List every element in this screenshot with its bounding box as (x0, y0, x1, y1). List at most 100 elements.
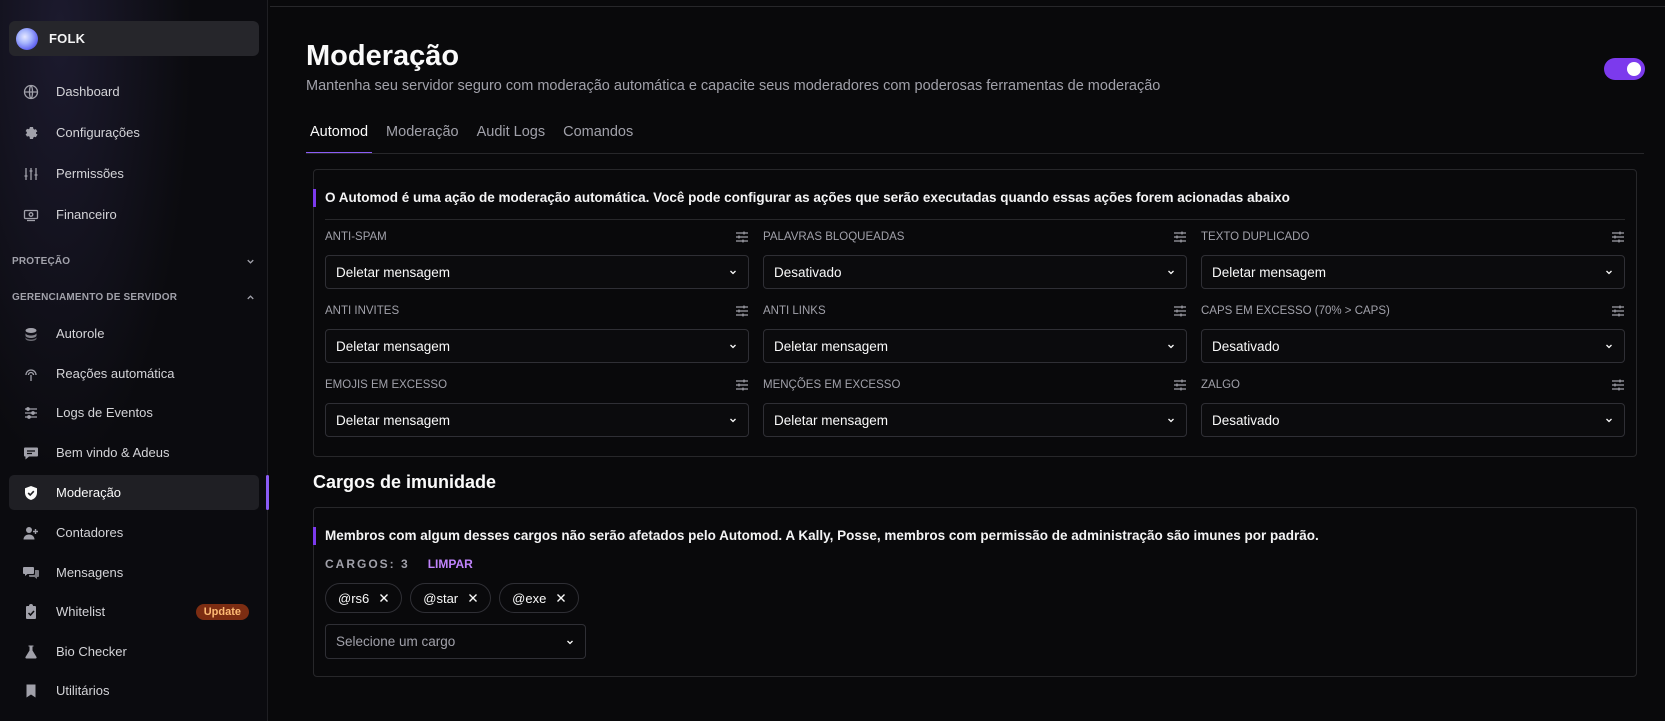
settings-sliders-icon[interactable] (735, 304, 749, 318)
sidebar-item-label: Mensagens (56, 565, 124, 580)
settings-sliders-icon[interactable] (1173, 378, 1187, 392)
sidebar-item-configuracoes[interactable]: Configurações (9, 115, 259, 150)
gear-icon (22, 124, 39, 141)
close-icon[interactable] (468, 593, 478, 603)
roles-count: CARGOS: 3 (325, 557, 410, 571)
roles-icon (22, 325, 39, 342)
sidebar-item-label: Bio Checker (56, 644, 127, 659)
chat-icon (22, 444, 39, 461)
module-toggle[interactable] (1604, 58, 1645, 80)
select-value: Deletar mensagem (336, 338, 451, 354)
role-select[interactable]: Selecione um cargo (325, 624, 586, 659)
sidebar-item-label: Autorole (56, 326, 105, 341)
role-chips: @rs6 @star @exe (325, 583, 587, 613)
log-icon (22, 404, 39, 421)
settings-sliders-icon[interactable] (735, 378, 749, 392)
chevron-down-icon (1168, 344, 1174, 349)
settings-sliders-icon[interactable] (1173, 230, 1187, 244)
page-subtitle: Mantenha seu servidor seguro com moderaç… (306, 78, 1161, 94)
field-label-anti-spam: ANTI-SPAM (325, 230, 749, 244)
sidebar: FOLK Dashboard Configurações Permissões … (0, 0, 268, 721)
server-name: FOLK (49, 31, 86, 46)
select-texto-duplicado[interactable]: Deletar mensagem (1201, 255, 1625, 289)
sidebar-item-dashboard[interactable]: Dashboard (9, 74, 259, 109)
select-palavras-bloqueadas[interactable]: Desativado (763, 255, 1187, 289)
sidebar-item-mensagens[interactable]: Mensagens (9, 555, 259, 590)
top-divider (270, 6, 1665, 7)
settings-sliders-icon[interactable] (1611, 230, 1625, 244)
field-label-text: CAPS EM EXCESSO (70% > CAPS) (1201, 305, 1390, 317)
field-label-palavras-bloqueadas: PALAVRAS BLOQUEADAS (763, 230, 1187, 244)
role-chip-label: @star (423, 590, 459, 606)
role-chip-label: @exe (512, 590, 547, 606)
tab-audit-logs[interactable]: Audit Logs (473, 113, 550, 154)
field-label-caps-excesso: CAPS EM EXCESSO (70% > CAPS) (1201, 304, 1625, 318)
sidebar-item-reacoes[interactable]: Reações automática (9, 356, 259, 391)
chevron-down-icon (247, 259, 254, 264)
select-value: Deletar mensagem (774, 338, 889, 354)
chevron-down-icon (730, 418, 736, 423)
sidebar-item-contadores[interactable]: Contadores (9, 515, 259, 550)
settings-sliders-icon[interactable] (1173, 304, 1187, 318)
select-value: Deletar mensagem (774, 412, 889, 428)
field-label-zalgo: ZALGO (1201, 378, 1625, 392)
user-plus-icon (22, 524, 39, 541)
select-value: Desativado (774, 264, 842, 280)
roles-count-row: CARGOS: 3 LIMPAR (325, 557, 473, 571)
sidebar-item-financeiro[interactable]: Financeiro (9, 197, 259, 232)
field-label-text: ANTI LINKS (763, 305, 826, 317)
field-label-text: MENÇÕES EM EXCESSO (763, 379, 901, 391)
sidebar-item-biochecker[interactable]: Bio Checker (9, 634, 259, 669)
toggle-knob (1627, 62, 1641, 76)
chevron-down-icon (1168, 418, 1174, 423)
section-label: GERENCIAMENTO DE SERVIDOR (12, 291, 178, 303)
flask-icon (22, 643, 39, 660)
immunity-heading: Cargos de imunidade (313, 472, 497, 492)
page-title: Moderação (306, 40, 460, 72)
sidebar-item-moderacao[interactable]: Moderação (9, 475, 259, 510)
role-chip-label: @rs6 (338, 590, 370, 606)
role-chip: @rs6 (325, 583, 403, 613)
tabs-divider (306, 153, 1644, 154)
close-icon[interactable] (379, 593, 389, 603)
select-value: Deletar mensagem (1212, 264, 1327, 280)
select-anti-spam[interactable]: Deletar mensagem (325, 255, 749, 289)
select-emojis-excesso[interactable]: Deletar mensagem (325, 403, 749, 437)
tab-comandos[interactable]: Comandos (559, 113, 637, 154)
sidebar-item-label: Reações automática (56, 366, 175, 381)
select-mencoes-excesso[interactable]: Deletar mensagem (763, 403, 1187, 437)
section-protecao[interactable]: PROTEÇÃO (12, 253, 256, 269)
settings-sliders-icon[interactable] (735, 230, 749, 244)
sidebar-item-logs[interactable]: Logs de Eventos (9, 395, 259, 430)
tab-bar: Automod Moderação Audit Logs Comandos (306, 113, 647, 154)
tab-moderacao[interactable]: Moderação (382, 113, 463, 154)
select-caps-excesso[interactable]: Desativado (1201, 329, 1625, 363)
field-label-mencoes-excesso: MENÇÕES EM EXCESSO (763, 378, 1187, 392)
select-anti-links[interactable]: Deletar mensagem (763, 329, 1187, 363)
field-label-text: PALAVRAS BLOQUEADAS (763, 231, 905, 243)
section-gerenciamento[interactable]: GERENCIAMENTO DE SERVIDOR (12, 289, 256, 305)
sidebar-item-utilitarios[interactable]: Utilitários (9, 673, 259, 708)
clear-roles-button[interactable]: LIMPAR (428, 557, 473, 571)
select-anti-invites[interactable]: Deletar mensagem (325, 329, 749, 363)
role-chip: @exe (499, 583, 580, 613)
chevron-down-icon (1606, 270, 1612, 275)
server-logo (16, 27, 38, 50)
sidebar-item-permissoes[interactable]: Permissões (9, 156, 259, 191)
select-value: Deletar mensagem (336, 264, 451, 280)
server-selector[interactable]: FOLK (9, 21, 259, 56)
automod-description: O Automod é uma ação de moderação automá… (313, 189, 1290, 207)
tab-automod[interactable]: Automod (306, 113, 373, 154)
sidebar-item-autorole[interactable]: Autorole (9, 316, 259, 351)
chevron-down-icon (1606, 344, 1612, 349)
settings-sliders-icon[interactable] (1611, 304, 1625, 318)
sidebar-item-whitelist[interactable]: Whitelist Update (9, 594, 259, 629)
sidebar-item-bemvindo[interactable]: Bem vindo & Adeus (9, 435, 259, 470)
sidebar-item-label: Logs de Eventos (56, 405, 153, 420)
close-icon[interactable] (556, 593, 566, 603)
field-label-emojis-excesso: EMOJIS EM EXCESSO (325, 378, 749, 392)
select-value: Desativado (1212, 412, 1280, 428)
select-zalgo[interactable]: Desativado (1201, 403, 1625, 437)
role-select-placeholder: Selecione um cargo (336, 634, 456, 649)
settings-sliders-icon[interactable] (1611, 378, 1625, 392)
